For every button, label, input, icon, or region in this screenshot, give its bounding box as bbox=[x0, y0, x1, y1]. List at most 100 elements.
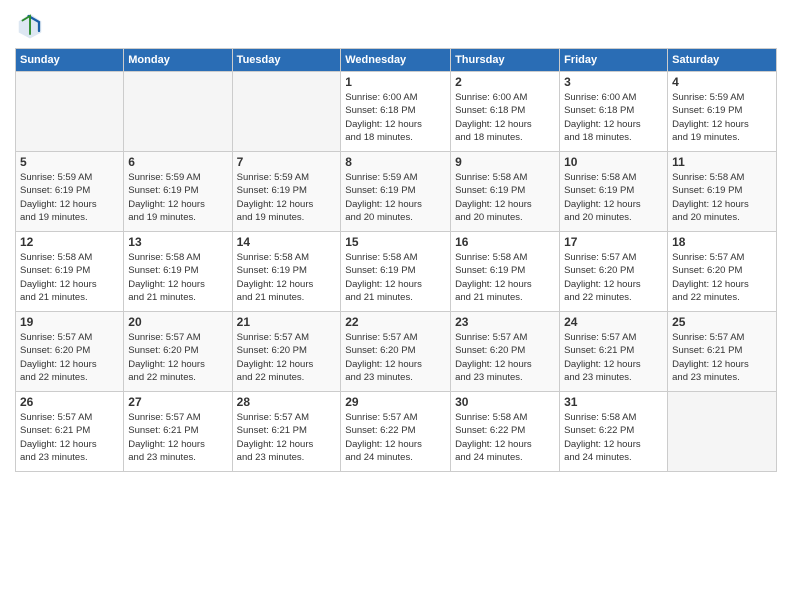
calendar-cell bbox=[16, 72, 124, 152]
day-info: Sunrise: 5:57 AM Sunset: 6:20 PM Dayligh… bbox=[455, 331, 555, 384]
calendar-cell: 9Sunrise: 5:58 AM Sunset: 6:19 PM Daylig… bbox=[451, 152, 560, 232]
calendar-cell: 28 Sunrise: 5:57 AM Sunset: 6:21 PM Dayli… bbox=[232, 392, 341, 472]
day-info: Sunrise: 5:57 AM Sunset: 6:21 PM Dayligh… bbox=[564, 331, 663, 384]
day-info: Sunrise: 5:58 AM Sunset: 6:22 PM Dayligh… bbox=[564, 411, 663, 464]
day-number: 17 bbox=[564, 235, 663, 249]
day-number: 5 bbox=[20, 155, 119, 169]
day-info: Sunrise: 5:57 AM Sunset: 6:20 PM Dayligh… bbox=[672, 251, 772, 304]
calendar-cell: 24 Sunrise: 5:57 AM Sunset: 6:21 PM Dayli… bbox=[560, 312, 668, 392]
day-info: Sunrise: 5:57 AM Sunset: 6:20 PM Dayligh… bbox=[237, 331, 337, 384]
weekday-header-wednesday: Wednesday bbox=[341, 49, 451, 72]
calendar-cell: 10 Sunrise: 5:58 AM Sunset: 6:19 PM Dayli… bbox=[560, 152, 668, 232]
day-number: 13 bbox=[128, 235, 227, 249]
weekday-header-friday: Friday bbox=[560, 49, 668, 72]
day-number: 19 bbox=[20, 315, 119, 329]
day-number: 21 bbox=[237, 315, 337, 329]
day-number: 23 bbox=[455, 315, 555, 329]
calendar-cell: 2 Sunrise: 6:00 AM Sunset: 6:18 PM Daylig… bbox=[451, 72, 560, 152]
calendar-cell: 3 Sunrise: 6:00 AM Sunset: 6:18 PM Daylig… bbox=[560, 72, 668, 152]
calendar-cell: 25Sunrise: 5:57 AM Sunset: 6:21 PM Dayli… bbox=[668, 312, 777, 392]
day-number: 27 bbox=[128, 395, 227, 409]
day-info: Sunrise: 5:57 AM Sunset: 6:22 PM Dayligh… bbox=[345, 411, 446, 464]
day-info: Sunrise: 5:57 AM Sunset: 6:21 PM Dayligh… bbox=[237, 411, 337, 464]
calendar-cell: 4Sunrise: 5:59 AM Sunset: 6:19 PM Daylig… bbox=[668, 72, 777, 152]
day-number: 20 bbox=[128, 315, 227, 329]
day-info: Sunrise: 5:57 AM Sunset: 6:21 PM Dayligh… bbox=[128, 411, 227, 464]
calendar-cell: 29Sunrise: 5:57 AM Sunset: 6:22 PM Dayli… bbox=[341, 392, 451, 472]
calendar-week-2: 5 Sunrise: 5:59 AM Sunset: 6:19 PM Daylig… bbox=[16, 152, 777, 232]
day-info: Sunrise: 5:58 AM Sunset: 6:19 PM Dayligh… bbox=[128, 251, 227, 304]
day-info: Sunrise: 5:58 AM Sunset: 6:19 PM Dayligh… bbox=[564, 171, 663, 224]
day-info: Sunrise: 5:59 AM Sunset: 6:19 PM Dayligh… bbox=[345, 171, 446, 224]
day-number: 3 bbox=[564, 75, 663, 89]
calendar-cell: 14Sunrise: 5:58 AM Sunset: 6:19 PM Dayli… bbox=[232, 232, 341, 312]
day-number: 7 bbox=[237, 155, 337, 169]
day-number: 1 bbox=[345, 75, 446, 89]
day-number: 12 bbox=[20, 235, 119, 249]
calendar-cell: 26Sunrise: 5:57 AM Sunset: 6:21 PM Dayli… bbox=[16, 392, 124, 472]
page-container: SundayMondayTuesdayWednesdayThursdayFrid… bbox=[0, 0, 792, 482]
day-number: 30 bbox=[455, 395, 555, 409]
calendar-cell: 6 Sunrise: 5:59 AM Sunset: 6:19 PM Daylig… bbox=[124, 152, 232, 232]
calendar-cell: 17 Sunrise: 5:57 AM Sunset: 6:20 PM Dayli… bbox=[560, 232, 668, 312]
day-info: Sunrise: 5:59 AM Sunset: 6:19 PM Dayligh… bbox=[128, 171, 227, 224]
calendar-cell bbox=[668, 392, 777, 472]
calendar-cell: 12 Sunrise: 5:58 AM Sunset: 6:19 PM Dayli… bbox=[16, 232, 124, 312]
day-number: 2 bbox=[455, 75, 555, 89]
day-info: Sunrise: 5:57 AM Sunset: 6:20 PM Dayligh… bbox=[20, 331, 119, 384]
day-number: 24 bbox=[564, 315, 663, 329]
calendar-cell: 8 Sunrise: 5:59 AM Sunset: 6:19 PM Daylig… bbox=[341, 152, 451, 232]
day-number: 10 bbox=[564, 155, 663, 169]
day-info: Sunrise: 5:57 AM Sunset: 6:20 PM Dayligh… bbox=[564, 251, 663, 304]
calendar-cell: 27 Sunrise: 5:57 AM Sunset: 6:21 PM Dayli… bbox=[124, 392, 232, 472]
calendar-cell: 30 Sunrise: 5:58 AM Sunset: 6:22 PM Dayli… bbox=[451, 392, 560, 472]
day-info: Sunrise: 5:58 AM Sunset: 6:19 PM Dayligh… bbox=[345, 251, 446, 304]
calendar-week-4: 19 Sunrise: 5:57 AM Sunset: 6:20 PM Dayli… bbox=[16, 312, 777, 392]
weekday-header-saturday: Saturday bbox=[668, 49, 777, 72]
calendar-cell: 20Sunrise: 5:57 AM Sunset: 6:20 PM Dayli… bbox=[124, 312, 232, 392]
calendar-cell: 1 Sunrise: 6:00 AM Sunset: 6:18 PM Daylig… bbox=[341, 72, 451, 152]
day-info: Sunrise: 5:58 AM Sunset: 6:19 PM Dayligh… bbox=[455, 251, 555, 304]
calendar-week-1: 1 Sunrise: 6:00 AM Sunset: 6:18 PM Daylig… bbox=[16, 72, 777, 152]
calendar-cell: 23 Sunrise: 5:57 AM Sunset: 6:20 PM Dayli… bbox=[451, 312, 560, 392]
weekday-header-monday: Monday bbox=[124, 49, 232, 72]
calendar-cell: 16 Sunrise: 5:58 AM Sunset: 6:19 PM Dayli… bbox=[451, 232, 560, 312]
day-number: 28 bbox=[237, 395, 337, 409]
day-info: Sunrise: 6:00 AM Sunset: 6:18 PM Dayligh… bbox=[564, 91, 663, 144]
day-info: Sunrise: 5:59 AM Sunset: 6:19 PM Dayligh… bbox=[237, 171, 337, 224]
calendar-cell: 31Sunrise: 5:58 AM Sunset: 6:22 PM Dayli… bbox=[560, 392, 668, 472]
day-number: 15 bbox=[345, 235, 446, 249]
calendar-week-5: 26 Sunrise: 5:57 AM Sunset: 6:21 PM Dayli… bbox=[16, 392, 777, 472]
day-number: 4 bbox=[672, 75, 772, 89]
calendar-cell bbox=[124, 72, 232, 152]
day-number: 22 bbox=[345, 315, 446, 329]
day-info: Sunrise: 5:57 AM Sunset: 6:20 PM Dayligh… bbox=[345, 331, 446, 384]
weekday-header-row: SundayMondayTuesdayWednesdayThursdayFrid… bbox=[16, 49, 777, 72]
calendar-cell bbox=[232, 72, 341, 152]
day-info: Sunrise: 5:58 AM Sunset: 6:19 PM Dayligh… bbox=[237, 251, 337, 304]
day-number: 26 bbox=[20, 395, 119, 409]
calendar-table: SundayMondayTuesdayWednesdayThursdayFrid… bbox=[15, 48, 777, 472]
day-info: Sunrise: 6:00 AM Sunset: 6:18 PM Dayligh… bbox=[455, 91, 555, 144]
day-number: 6 bbox=[128, 155, 227, 169]
day-number: 18 bbox=[672, 235, 772, 249]
day-number: 11 bbox=[672, 155, 772, 169]
weekday-header-tuesday: Tuesday bbox=[232, 49, 341, 72]
weekday-header-thursday: Thursday bbox=[451, 49, 560, 72]
logo bbox=[15, 10, 49, 40]
day-info: Sunrise: 5:58 AM Sunset: 6:22 PM Dayligh… bbox=[455, 411, 555, 464]
calendar-cell: 15 Sunrise: 5:58 AM Sunset: 6:19 PM Dayli… bbox=[341, 232, 451, 312]
day-info: Sunrise: 5:57 AM Sunset: 6:21 PM Dayligh… bbox=[672, 331, 772, 384]
day-number: 8 bbox=[345, 155, 446, 169]
day-info: Sunrise: 6:00 AM Sunset: 6:18 PM Dayligh… bbox=[345, 91, 446, 144]
calendar-cell: 22 Sunrise: 5:57 AM Sunset: 6:20 PM Dayli… bbox=[341, 312, 451, 392]
logo-icon bbox=[15, 10, 45, 40]
header bbox=[15, 10, 777, 40]
day-info: Sunrise: 5:58 AM Sunset: 6:19 PM Dayligh… bbox=[672, 171, 772, 224]
day-info: Sunrise: 5:58 AM Sunset: 6:19 PM Dayligh… bbox=[20, 251, 119, 304]
calendar-cell: 7 Sunrise: 5:59 AM Sunset: 6:19 PM Daylig… bbox=[232, 152, 341, 232]
day-number: 16 bbox=[455, 235, 555, 249]
calendar-cell: 11 Sunrise: 5:58 AM Sunset: 6:19 PM Dayli… bbox=[668, 152, 777, 232]
calendar-cell: 13 Sunrise: 5:58 AM Sunset: 6:19 PM Dayli… bbox=[124, 232, 232, 312]
weekday-header-sunday: Sunday bbox=[16, 49, 124, 72]
